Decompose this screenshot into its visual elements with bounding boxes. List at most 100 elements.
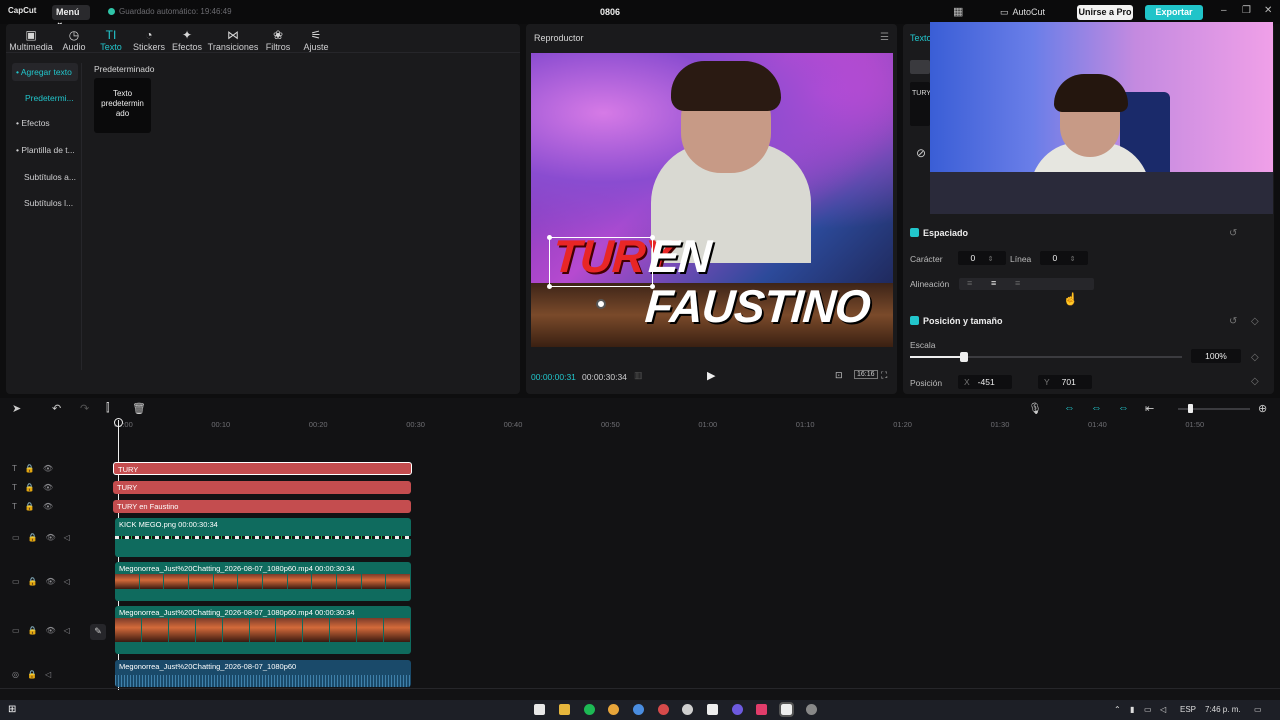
image-clip[interactable]: KICK MEGO.png 00:00:30:34 — [115, 518, 411, 557]
section-position-size[interactable]: Posición y tamaño — [910, 316, 1003, 326]
windows-start-icon[interactable]: ⊞ — [8, 704, 16, 715]
align-left-icon[interactable]: ≡ — [967, 278, 972, 288]
track-controls[interactable]: T🔒👁 — [12, 464, 61, 473]
sidenav-efectos[interactable]: • Efectos — [12, 114, 78, 132]
volume-icon[interactable]: ◁ — [1160, 705, 1166, 714]
browser-icon[interactable] — [633, 704, 644, 715]
position-checkbox[interactable] — [910, 316, 919, 325]
sidenav-predeterminado[interactable]: Predetermi... — [12, 89, 78, 107]
close-icon[interactable]: ✕ — [1264, 5, 1272, 16]
preview-axis-icon[interactable]: ⇔ — [1118, 402, 1129, 414]
overlay-text-white[interactable]: EN FAUSTINO — [643, 230, 893, 332]
video-preview[interactable]: TURY EN FAUSTINO — [531, 53, 893, 347]
tab-texto-properties[interactable]: Texto — [910, 33, 932, 43]
scale-input[interactable]: 100% — [1191, 349, 1241, 363]
timeline-grid-icon[interactable]: ▥ — [634, 370, 643, 381]
mic-tray-icon[interactable]: ▮ — [1130, 705, 1134, 714]
align-center-icon[interactable]: ≡ — [991, 278, 996, 288]
video-clip[interactable]: Megonorrea_Just%20Chatting_2026-08-07_10… — [115, 562, 411, 601]
no-style-icon[interactable]: ⊘ — [916, 146, 926, 160]
capcut-active-icon[interactable] — [779, 702, 794, 717]
play-icon[interactable]: ▶ — [707, 369, 715, 382]
text-preview-box[interactable]: TURY — [910, 82, 931, 126]
track-controls[interactable]: ▭🔒👁◁ — [12, 577, 78, 586]
network-icon[interactable]: ▭ — [1144, 705, 1152, 714]
file-explorer-icon[interactable] — [559, 704, 570, 715]
scale-slider-knob[interactable] — [960, 352, 969, 362]
minimize-icon[interactable]: – — [1221, 5, 1227, 16]
resize-handle[interactable] — [547, 235, 552, 240]
sidenav-agregar-texto[interactable]: • Agregar texto — [12, 63, 78, 81]
align-clips-icon[interactable]: ⇤ — [1145, 402, 1154, 415]
section-spacing[interactable]: Espaciado — [910, 228, 968, 238]
rotate-handle-icon[interactable] — [596, 299, 606, 309]
split-icon[interactable]: ⫿ — [106, 402, 110, 415]
line-spacing-input[interactable]: 0 ⇕ — [1040, 251, 1088, 265]
settings-icon[interactable] — [806, 704, 817, 715]
tab-ajuste[interactable]: ⚟ Ajuste — [293, 28, 339, 52]
char-spacing-input[interactable]: 0 ⇕ — [958, 251, 1006, 265]
sidenav-plantilla[interactable]: • Plantilla de t... — [12, 141, 78, 159]
spotify-icon[interactable] — [584, 704, 595, 715]
sidenav-subtitulos-letra[interactable]: Subtítulos l... — [12, 194, 78, 212]
layout-icon[interactable]: ▦ — [953, 5, 963, 18]
track-controls[interactable]: ▭🔒👁◁ — [12, 626, 78, 635]
keyframe-icon[interactable]: ◇ — [1251, 316, 1259, 327]
selection-box[interactable] — [547, 235, 655, 289]
track-controls[interactable]: ▭🔒👁◁ — [12, 533, 78, 542]
link-track-icon[interactable]: ⇔ — [1064, 402, 1075, 414]
stepper-icon[interactable]: ⇕ — [1070, 256, 1076, 263]
obs-icon[interactable] — [682, 704, 693, 715]
tab-transiciones[interactable]: ⋈ Transiciones — [204, 28, 262, 52]
ratio-button[interactable]: 16:16 — [854, 370, 878, 379]
position-x-input[interactable]: X -451 — [958, 375, 1012, 389]
tiktok-icon[interactable] — [756, 704, 767, 715]
align-right-icon[interactable]: ≡ — [1015, 278, 1020, 288]
track-controls[interactable]: T🔒👁 — [12, 483, 61, 492]
maximize-icon[interactable]: ❐ — [1242, 5, 1251, 16]
taskbar-app-icon[interactable] — [534, 704, 545, 715]
stepper-icon[interactable]: ⇕ — [988, 256, 994, 263]
microphone-icon[interactable]: 🎙 — [1028, 402, 1042, 415]
snapshot-icon[interactable]: ⊡ — [835, 370, 843, 381]
position-y-input[interactable]: Y 701 — [1038, 375, 1092, 389]
clock[interactable]: 7:46 p. m. — [1205, 705, 1241, 714]
text-clip[interactable]: TURY — [113, 462, 412, 475]
delete-icon[interactable]: 🗑 — [132, 402, 146, 415]
chrome-icon[interactable] — [608, 704, 619, 715]
preset-default-text-card[interactable]: Texto predetermin ado — [94, 78, 151, 133]
reset-spacing-icon[interactable]: ↺ — [1229, 228, 1237, 239]
export-button[interactable]: Exportar — [1145, 5, 1203, 20]
notifications-icon[interactable]: ▭ — [1254, 705, 1262, 714]
discord-icon[interactable] — [732, 704, 743, 715]
spacing-checkbox[interactable] — [910, 228, 919, 237]
zoom-slider-knob[interactable] — [1188, 404, 1193, 413]
autocut-button[interactable]: ▭ AutoCut — [996, 5, 1056, 20]
style-button[interactable] — [910, 60, 930, 74]
resize-handle[interactable] — [650, 235, 655, 240]
select-tool-icon[interactable]: ➤ — [12, 402, 21, 415]
browser-2-icon[interactable] — [658, 704, 669, 715]
track-controls[interactable]: ◎🔒◁ — [12, 670, 59, 679]
zoom-fit-icon[interactable]: ⊕ — [1258, 402, 1267, 415]
tab-multimedia[interactable]: ▣ Multimedia — [8, 28, 54, 52]
undo-icon[interactable]: ↶ — [52, 402, 61, 415]
edit-cover-icon[interactable]: ✎ — [90, 624, 106, 640]
text-clip[interactable]: TURY — [113, 481, 411, 494]
scale-keyframe-icon[interactable]: ◇ — [1251, 352, 1259, 363]
position-keyframe-icon[interactable]: ◇ — [1251, 376, 1259, 387]
join-pro-button[interactable]: Unirse a Pro — [1077, 5, 1133, 20]
audio-clip[interactable]: Megonorrea_Just%20Chatting_2026-08-07_10… — [115, 660, 411, 687]
video-clip[interactable]: Megonorrea_Just%20Chatting_2026-08-07_10… — [115, 606, 411, 654]
track-controls[interactable]: T🔒👁 — [12, 502, 61, 511]
tray-chevron-icon[interactable]: ⌃ — [1114, 705, 1121, 714]
menu-button[interactable]: Menú ⌄ — [52, 5, 90, 27]
resize-handle[interactable] — [650, 284, 655, 289]
reset-position-icon[interactable]: ↺ — [1229, 316, 1237, 327]
text-clip[interactable]: TURY en Faustino — [113, 500, 411, 513]
magnet-icon[interactable]: ⇔ — [1091, 402, 1102, 414]
sidenav-subtitulos-auto[interactable]: Subtítulos a... — [12, 168, 78, 186]
language-indicator[interactable]: ESP — [1180, 705, 1196, 714]
capcut-taskbar-icon[interactable] — [707, 704, 718, 715]
fullscreen-icon[interactable]: ⛶ — [881, 370, 887, 381]
